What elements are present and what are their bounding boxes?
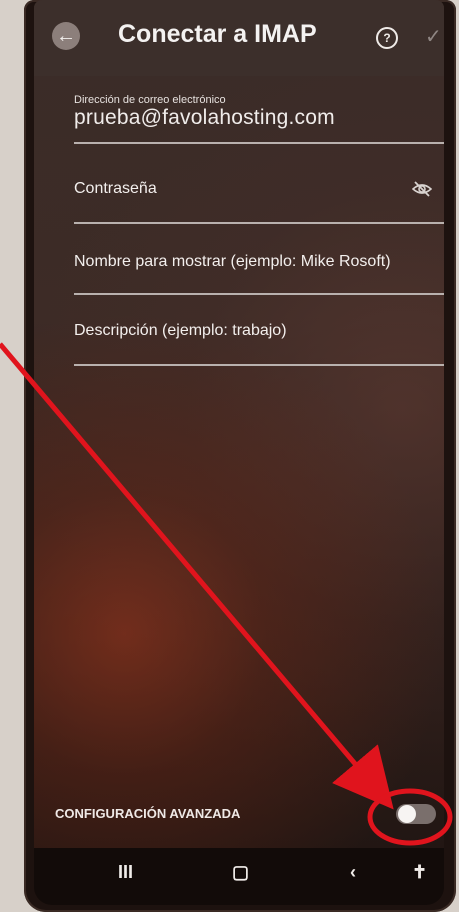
help-button[interactable]: ?	[376, 27, 398, 49]
description-label: Descripción (ejemplo: trabajo)	[74, 322, 287, 339]
confirm-button[interactable]: ✓	[425, 24, 442, 49]
advanced-settings-toggle[interactable]	[396, 804, 436, 824]
app-screen: ← Conectar a IMAP ? ✓ Dirección de corre…	[34, 0, 444, 905]
email-underline	[74, 142, 444, 144]
email-field[interactable]: Dirección de correo electrónico prueba@f…	[74, 94, 444, 144]
password-field[interactable]: Contraseña	[74, 180, 444, 224]
phone-frame: ← Conectar a IMAP ? ✓ Dirección de corre…	[24, 0, 456, 912]
page-title: Conectar a IMAP	[118, 20, 317, 48]
home-button[interactable]: ▢	[232, 862, 249, 883]
description-underline	[74, 364, 444, 366]
password-label: Contraseña	[74, 180, 157, 197]
top-app-bar: ← Conectar a IMAP ? ✓	[34, 0, 444, 76]
password-underline	[74, 222, 444, 224]
toggle-knob	[398, 805, 416, 823]
recent-apps-button[interactable]: III	[118, 862, 133, 883]
accessibility-button[interactable]: ✝	[412, 862, 427, 883]
display-name-field[interactable]: Nombre para mostrar (ejemplo: Mike Rosof…	[74, 253, 444, 295]
back-button[interactable]: ←	[52, 22, 80, 50]
system-nav-bar: III ▢ ‹ ✝	[34, 848, 444, 905]
description-field[interactable]: Descripción (ejemplo: trabajo)	[74, 322, 444, 366]
email-value[interactable]: prueba@favolahosting.com	[74, 106, 444, 130]
email-field-label: Dirección de correo electrónico	[74, 94, 226, 106]
eye-off-icon[interactable]	[411, 180, 433, 203]
question-circle-icon: ?	[383, 31, 391, 45]
display-name-label: Nombre para mostrar (ejemplo: Mike Rosof…	[74, 253, 391, 270]
arrow-left-icon: ←	[56, 24, 76, 47]
system-back-button[interactable]: ‹	[350, 862, 356, 883]
advanced-settings-label: CONFIGURACIÓN AVANZADA	[55, 806, 241, 821]
check-icon: ✓	[425, 26, 442, 48]
display-name-underline	[74, 293, 444, 295]
